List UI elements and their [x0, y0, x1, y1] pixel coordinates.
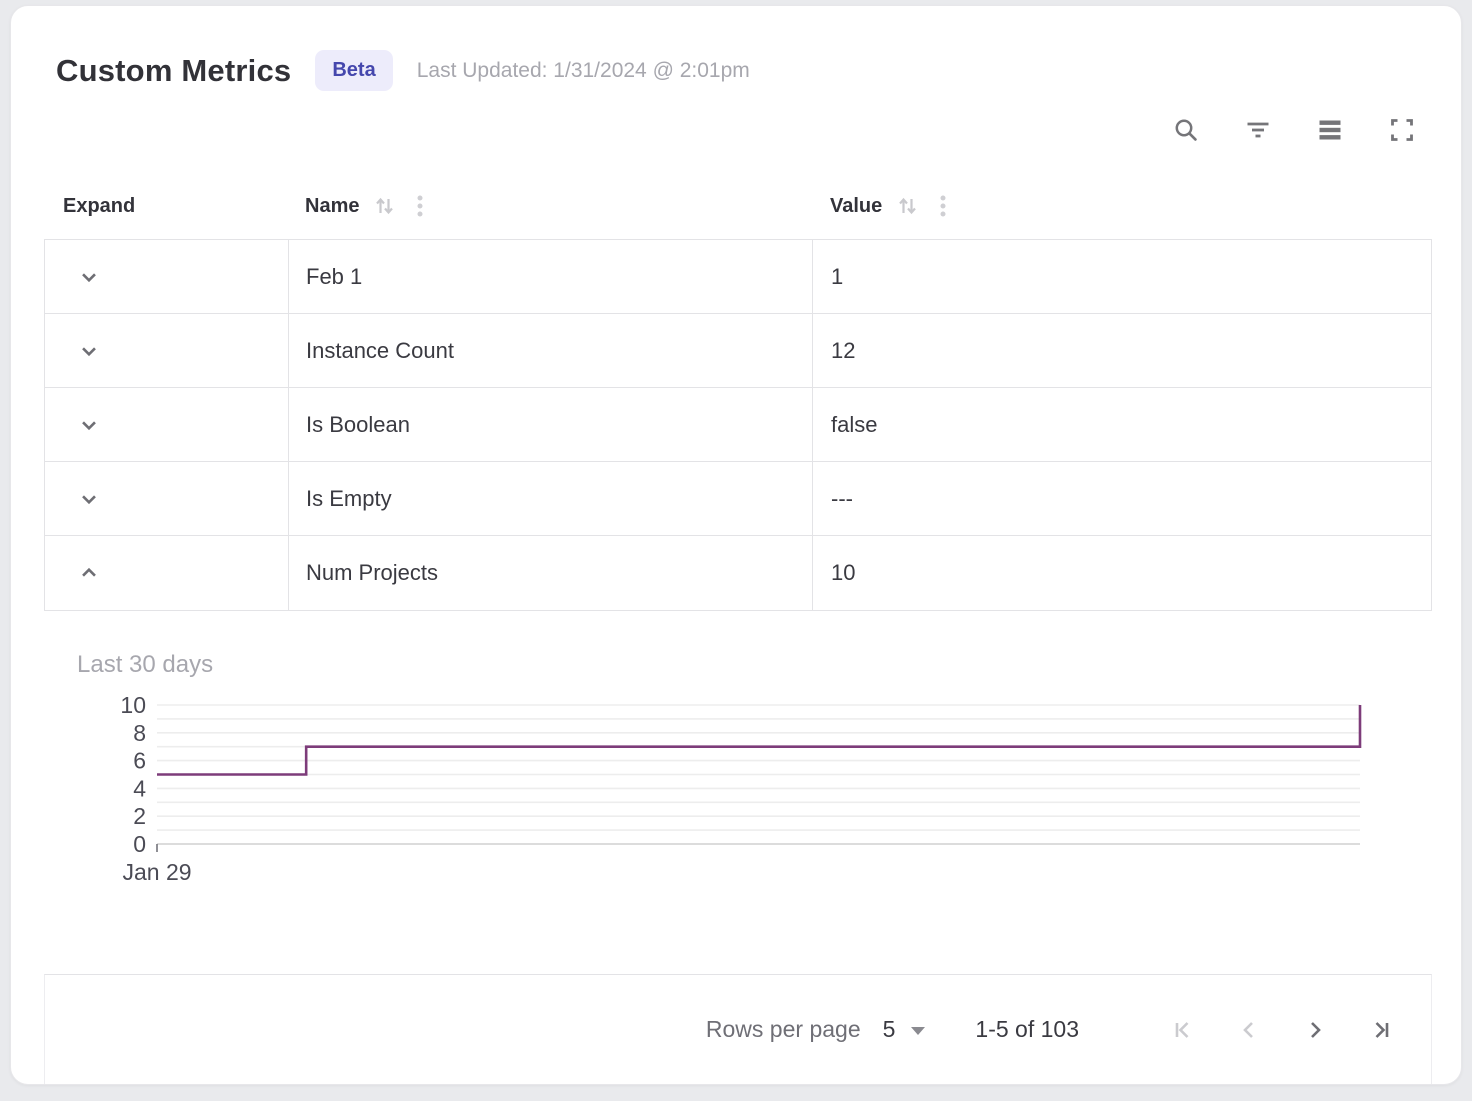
value-cell: 12 [813, 314, 1431, 387]
rows-per-page-label: Rows per page [706, 1016, 861, 1043]
column-menu-icon[interactable] [413, 193, 427, 219]
column-header-name-label: Name [305, 195, 359, 218]
name-cell: Is Boolean [289, 388, 813, 461]
column-menu-icon[interactable] [936, 193, 950, 219]
grid-rows: Feb 1 1 Instance Count 12 [44, 239, 1432, 611]
column-header-expand-label: Expand [63, 195, 135, 218]
column-header-value[interactable]: Value [812, 193, 1432, 219]
metric-value: --- [831, 486, 853, 512]
svg-text:Jan 29: Jan 29 [122, 859, 191, 885]
rows-per-page-select[interactable]: 5 [883, 1016, 926, 1043]
custom-metrics-card: Custom Metrics Beta Last Updated: 1/31/2… [10, 5, 1462, 1085]
previous-page-button[interactable] [1235, 1016, 1263, 1044]
rows-per-page-value: 5 [883, 1016, 896, 1043]
last-page-button[interactable] [1367, 1016, 1395, 1044]
last-updated: Last Updated: 1/31/2024 @ 2:01pm [417, 59, 750, 83]
expand-chevron-icon[interactable] [76, 338, 102, 364]
sort-icon[interactable] [373, 194, 397, 218]
name-cell: Is Empty [289, 462, 813, 535]
svg-text:8: 8 [133, 720, 146, 746]
density-icon [1316, 116, 1344, 144]
expand-cell [45, 536, 289, 610]
table-row: Is Empty --- [45, 462, 1431, 536]
metric-value: 10 [831, 560, 855, 586]
name-cell: Instance Count [289, 314, 813, 387]
table-row: Is Boolean false [45, 388, 1431, 462]
expand-cell [45, 462, 289, 535]
column-header-value-label: Value [830, 195, 882, 218]
chart-title: Last 30 days [77, 651, 1432, 679]
name-cell: Feb 1 [289, 240, 813, 313]
metric-name: Instance Count [306, 338, 454, 364]
table-row: Num Projects 10 [45, 536, 1431, 610]
table-row: Instance Count 12 [45, 314, 1431, 388]
step-line-chart: 0246810 Jan 29 [44, 693, 1430, 893]
table-row: Feb 1 1 [45, 240, 1431, 314]
metric-name: Is Empty [306, 486, 392, 512]
value-cell: 1 [813, 240, 1431, 313]
chevron-down-icon [911, 1027, 925, 1035]
search-icon [1172, 116, 1200, 144]
data-grid: Expand Name Value [44, 173, 1432, 898]
row-detail-panel: Last 30 days 0246810 Jan 29 [44, 611, 1432, 898]
svg-text:0: 0 [133, 831, 146, 857]
chevron-right-icon [1301, 1016, 1329, 1044]
next-page-button[interactable] [1301, 1016, 1329, 1044]
expand-cell [45, 388, 289, 461]
page-title: Custom Metrics [56, 53, 291, 89]
expand-chevron-icon[interactable] [76, 486, 102, 512]
first-page-button[interactable] [1169, 1016, 1197, 1044]
density-button[interactable] [1316, 116, 1344, 144]
filter-icon [1244, 116, 1272, 144]
expand-chevron-icon[interactable] [76, 412, 102, 438]
expand-cell [45, 314, 289, 387]
metric-value: 12 [831, 338, 855, 364]
expand-cell [45, 240, 289, 313]
beta-badge: Beta [315, 50, 392, 91]
header: Custom Metrics Beta Last Updated: 1/31/2… [56, 6, 1432, 91]
grid-header-row: Expand Name Value [44, 173, 1432, 239]
chevron-left-icon [1235, 1016, 1263, 1044]
expand-chevron-icon[interactable] [76, 560, 102, 586]
name-cell: Num Projects [289, 536, 813, 610]
expand-chevron-icon[interactable] [76, 264, 102, 290]
fullscreen-button[interactable] [1388, 116, 1416, 144]
sort-icon[interactable] [896, 194, 920, 218]
grid-footer: Rows per page 5 1-5 of 103 [44, 974, 1432, 1084]
column-header-name[interactable]: Name [288, 193, 812, 219]
grid-toolbar [44, 115, 1432, 145]
metric-name: Num Projects [306, 560, 438, 586]
metric-name: Is Boolean [306, 412, 410, 438]
svg-text:6: 6 [133, 748, 146, 774]
metric-value: false [831, 412, 877, 438]
column-header-expand: Expand [44, 195, 288, 218]
svg-text:4: 4 [133, 775, 146, 801]
value-cell: false [813, 388, 1431, 461]
svg-text:10: 10 [120, 693, 146, 718]
metric-value: 1 [831, 264, 843, 290]
pagination-range: 1-5 of 103 [975, 1016, 1079, 1043]
fullscreen-icon [1388, 116, 1416, 144]
filter-button[interactable] [1244, 116, 1272, 144]
value-cell: --- [813, 462, 1431, 535]
search-button[interactable] [1172, 116, 1200, 144]
metric-chart: 0246810 Jan 29 [44, 693, 1432, 898]
last-page-icon [1367, 1016, 1395, 1044]
first-page-icon [1169, 1016, 1197, 1044]
value-cell: 10 [813, 536, 1431, 610]
svg-text:2: 2 [133, 803, 146, 829]
metric-name: Feb 1 [306, 264, 362, 290]
